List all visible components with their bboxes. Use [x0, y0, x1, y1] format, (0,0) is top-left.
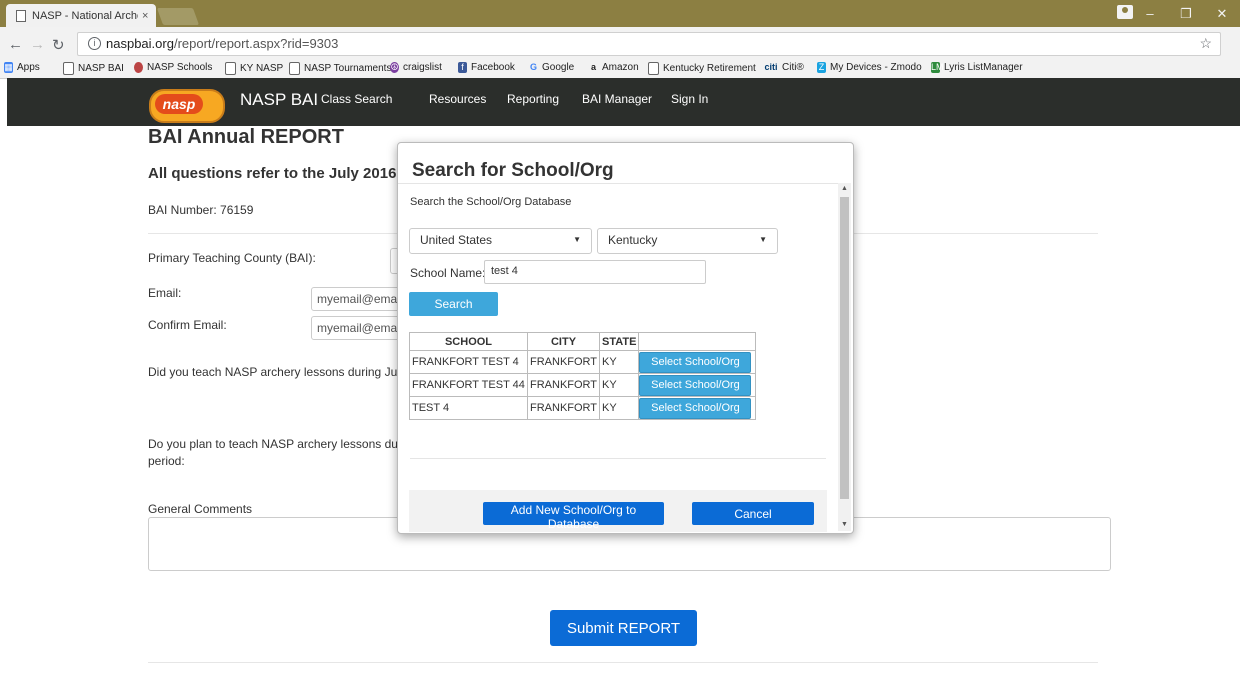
bookmark-craigslist[interactable]: ☮ craigslist — [390, 62, 442, 73]
column-header-city: CITY — [526, 332, 601, 351]
nasp-logo[interactable]: nasp — [149, 89, 225, 123]
school-cell: TEST 4 — [409, 396, 528, 420]
window-controls: – ❐ ✕ — [1132, 0, 1240, 27]
column-header-state: STATE — [599, 332, 640, 351]
bookmark-nasp-bai[interactable]: NASP BAI — [63, 62, 124, 75]
modal-body: Search the School/Org Database United St… — [398, 183, 838, 532]
select-school-button[interactable]: Select School/Org — [639, 351, 752, 373]
search-button[interactable]: Search — [409, 292, 498, 316]
modal-title: Search for School/Org — [412, 160, 614, 181]
school-name-input[interactable]: test 4 — [484, 260, 706, 284]
nav-class-search[interactable]: Class Search — [321, 92, 392, 106]
chevron-down-icon: ▼ — [573, 235, 581, 244]
select-school-button[interactable]: Select School/Org — [639, 397, 752, 419]
close-window-icon[interactable]: ✕ — [1204, 6, 1240, 22]
nav-bai-manager[interactable]: BAI Manager — [582, 92, 652, 106]
user-profile-icon[interactable] — [1117, 5, 1133, 19]
table-header-row: SCHOOL CITY STATE — [409, 332, 757, 351]
city-cell: FRANKFORT — [526, 350, 601, 374]
city-cell: FRANKFORT — [526, 373, 601, 397]
bookmarks-bar: ▦ Apps NASP BAI NASP Schools KY NASP NASP… — [0, 60, 1240, 79]
scroll-thumb[interactable] — [840, 197, 849, 499]
email-label: Email: — [148, 286, 182, 300]
scroll-down-icon[interactable]: ▼ — [838, 519, 851, 531]
tab-title: NASP - National Archery — [32, 9, 138, 22]
modal-divider — [410, 458, 826, 459]
browser-tab-bar: NASP - National Archery × – ❐ ✕ — [0, 0, 1240, 27]
address-bar: ← → ↻ i naspbai.org/report/report.aspx?r… — [0, 27, 1240, 61]
state-cell: KY — [599, 350, 640, 374]
country-select[interactable]: United States ▼ — [409, 228, 592, 254]
school-name-label: School Name: — [410, 266, 486, 280]
select-school-button[interactable]: Select School/Org — [639, 374, 752, 396]
bookmark-zmodo[interactable]: Z My Devices - Zmodo — [817, 62, 922, 73]
bookmark-google[interactable]: G Google — [529, 62, 574, 73]
county-label: Primary Teaching County (BAI): — [148, 251, 316, 265]
column-header-school: SCHOOL — [409, 332, 528, 351]
table-row: FRANKFORT TEST 44 FRANKFORT KY Select Sc… — [409, 373, 757, 397]
divider-bottom — [148, 662, 1098, 663]
forward-icon[interactable]: → — [30, 36, 45, 53]
question-plan-line2: period: — [148, 454, 185, 468]
tab-close-icon[interactable]: × — [142, 10, 148, 22]
maximize-icon[interactable]: ❐ — [1168, 6, 1204, 22]
url-text: naspbai.org/report/report.aspx?rid=9303 — [106, 36, 339, 51]
reload-icon[interactable]: ↻ — [52, 36, 65, 54]
add-school-button[interactable]: Add New School/Org to Database — [483, 502, 664, 531]
results-table: SCHOOL CITY STATE FRANKFORT TEST 4 FRANK… — [409, 332, 757, 420]
browser-tab[interactable]: NASP - National Archery × — [6, 4, 156, 27]
school-cell: FRANKFORT TEST 44 — [409, 373, 528, 397]
bookmark-ky-nasp[interactable]: KY NASP — [225, 62, 283, 75]
brand-link[interactable]: NASP BAI — [240, 90, 318, 110]
submit-report-button[interactable]: Submit REPORT — [550, 610, 697, 646]
page-title: BAI Annual REPORT — [148, 126, 344, 148]
modal-footer: Add New School/Org to Database Cancel — [409, 490, 827, 532]
modal-scrollbar[interactable]: ▲ ▼ — [838, 183, 851, 531]
nav-resources[interactable]: Resources — [429, 92, 486, 106]
cancel-button[interactable]: Cancel — [692, 502, 814, 525]
state-cell: KY — [599, 396, 640, 420]
site-navbar: nasp NASP BAI Class Search Resources Rep… — [7, 78, 1240, 126]
question-taught: Did you teach NASP archery lessons durin… — [148, 365, 406, 379]
bookmark-nasp-tournaments[interactable]: NASP Tournaments — [289, 62, 391, 75]
bookmark-kentucky-retirement[interactable]: Kentucky Retirement — [648, 62, 756, 75]
city-cell: FRANKFORT — [526, 396, 601, 420]
minimize-icon[interactable]: – — [1132, 6, 1168, 21]
back-icon[interactable]: ← — [8, 36, 23, 53]
chevron-down-icon: ▼ — [759, 235, 767, 244]
confirm-email-label: Confirm Email: — [148, 318, 227, 332]
bookmark-citi[interactable]: citi Citi® — [764, 62, 803, 73]
state-cell: KY — [599, 373, 640, 397]
scroll-up-icon[interactable]: ▲ — [838, 183, 851, 195]
bookmark-amazon[interactable]: a Amazon — [589, 62, 639, 73]
page-subtitle: All questions refer to the July 2016 - — [148, 165, 406, 182]
bookmark-star-icon[interactable]: ☆ — [1199, 35, 1212, 52]
comments-label: General Comments — [148, 502, 253, 516]
table-row: TEST 4 FRANKFORT KY Select School/Org — [409, 396, 757, 420]
column-header-action — [638, 332, 757, 351]
question-plan-line1: Do you plan to teach NASP archery lesson… — [148, 437, 412, 451]
bookmark-nasp-schools[interactable]: NASP Schools — [134, 62, 212, 73]
url-input[interactable]: i naspbai.org/report/report.aspx?rid=930… — [77, 32, 1221, 56]
bookmark-facebook[interactable]: f Facebook — [458, 62, 515, 73]
site-info-icon[interactable]: i — [88, 37, 101, 50]
nav-sign-in[interactable]: Sign In — [671, 92, 708, 106]
bookmark-lyris[interactable]: LM Lyris ListManager — [931, 62, 1023, 73]
nav-reporting[interactable]: Reporting — [507, 92, 559, 106]
modal-description: Search the School/Org Database — [410, 196, 572, 208]
bookmark-apps[interactable]: ▦ Apps — [4, 62, 40, 73]
bai-number: BAI Number: 76159 — [148, 203, 254, 217]
new-tab-button[interactable] — [156, 8, 200, 25]
page-icon — [16, 9, 26, 22]
school-cell: FRANKFORT TEST 4 — [409, 350, 528, 374]
confirm-email-field[interactable]: myemail@email — [311, 316, 403, 340]
school-search-modal: Search for School/Org Search the School/… — [397, 142, 854, 534]
state-select[interactable]: Kentucky ▼ — [597, 228, 778, 254]
table-row: FRANKFORT TEST 4 FRANKFORT KY Select Sch… — [409, 350, 757, 374]
email-field[interactable]: myemail@email — [311, 287, 403, 311]
